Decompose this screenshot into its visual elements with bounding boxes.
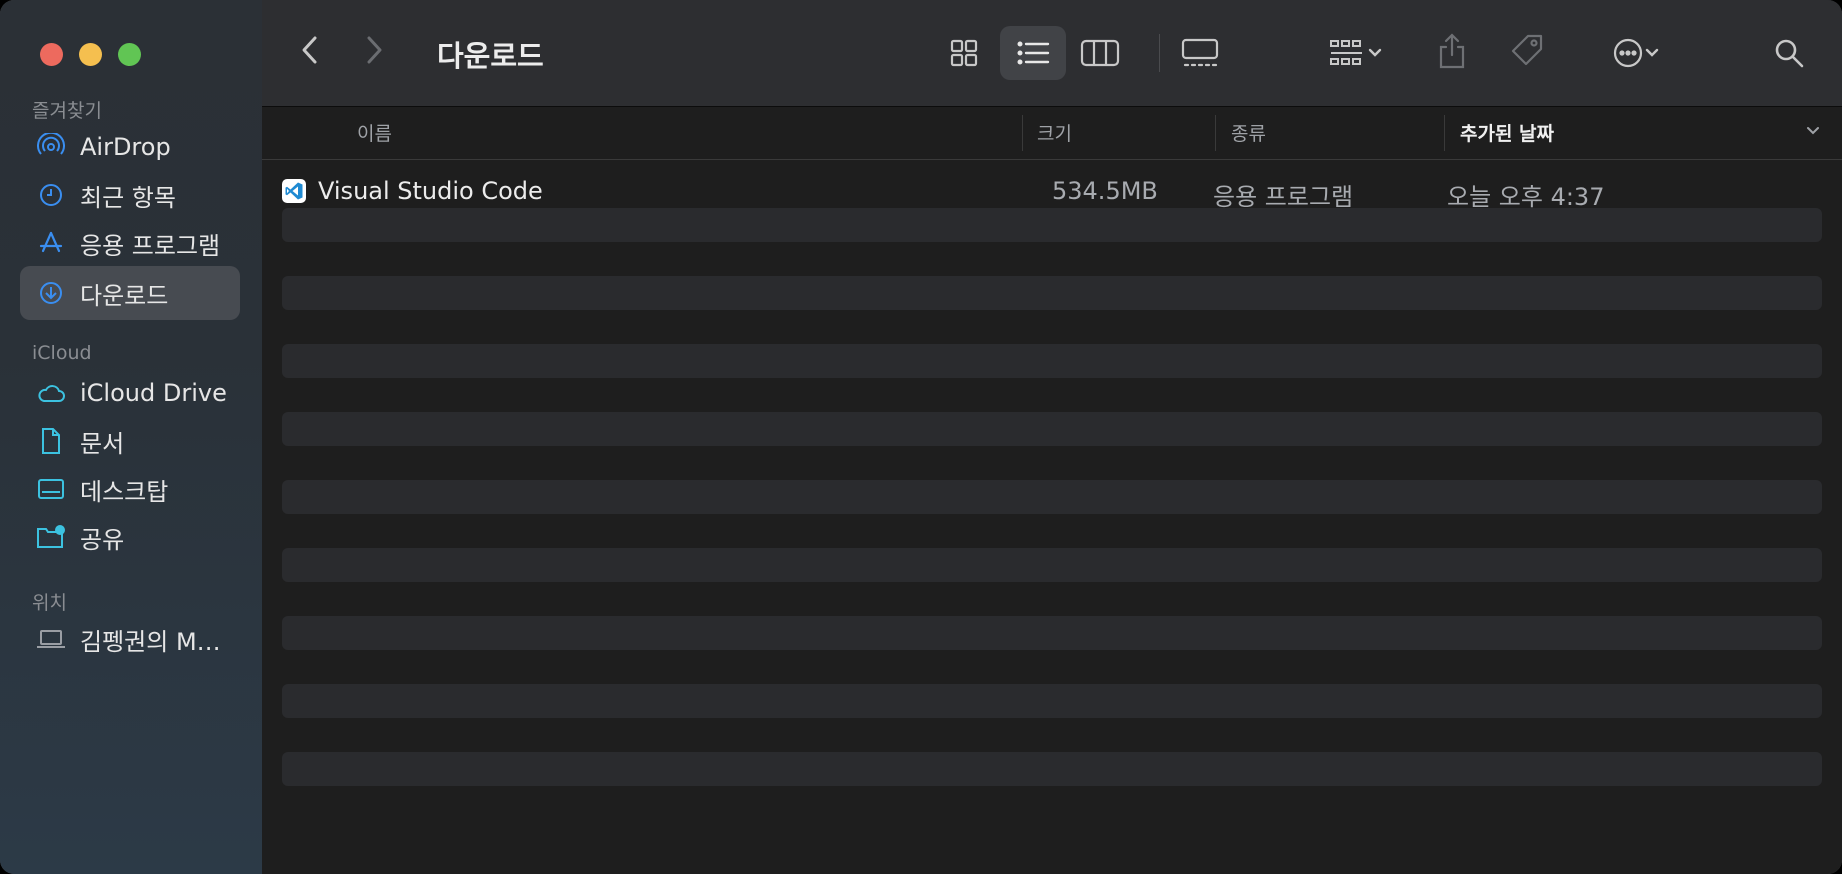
file-list: [282, 168, 1822, 820]
search-button[interactable]: [1764, 28, 1814, 78]
sidebar-item-macbook[interactable]: 김펭권의 MacBook: [20, 612, 240, 666]
column-size[interactable]: 크기: [1037, 119, 1072, 146]
column-header: 이름 크기 종류 추가된 날짜: [262, 107, 1842, 160]
airdrop-icon: [34, 130, 68, 164]
grid-icon: [950, 39, 978, 67]
sidebar-item-icloud-drive[interactable]: iCloud Drive: [20, 366, 240, 420]
vscode-logo-icon: [285, 182, 303, 200]
tag-icon: [1511, 34, 1543, 66]
gallery-icon: [1181, 38, 1219, 67]
sidebar-item-applications[interactable]: 응용 프로그램: [20, 216, 240, 270]
cloud-icon: [34, 376, 68, 410]
main-pane: 다운로드 이름 크기 종류 추가된 날짜 Visual Studio Code …: [262, 0, 1842, 874]
ellipsis-circle-icon: [1613, 38, 1643, 68]
sidebar-item-label: 문서: [80, 429, 125, 458]
tag-button[interactable]: [1502, 26, 1552, 76]
more-actions-button[interactable]: [1596, 28, 1676, 78]
icon-view-button[interactable]: [934, 28, 994, 78]
sidebar-section-icloud: iCloud: [32, 342, 92, 364]
desktop-icon: [34, 472, 68, 506]
sidebar: 즐겨찾기 AirDrop 최근 항목 응용 프로그램 다운로드 iCloud i…: [0, 0, 263, 874]
table-row[interactable]: Visual Studio Code 534.5MB 응용 프로그램 오늘 오후…: [282, 172, 1822, 212]
sidebar-item-label: 최근 항목: [80, 183, 176, 212]
list-row: [282, 208, 1822, 242]
shared-folder-icon: [34, 520, 68, 554]
vscode-app-icon: [282, 179, 306, 203]
sidebar-item-documents[interactable]: 문서: [20, 414, 240, 468]
sidebar-item-label: AirDrop: [80, 133, 171, 161]
chevron-down-icon: [1368, 48, 1382, 57]
chevron-down-icon: [1645, 48, 1659, 57]
sidebar-item-downloads[interactable]: 다운로드: [20, 266, 240, 320]
column-kind[interactable]: 종류: [1231, 119, 1266, 146]
column-view-button[interactable]: [1068, 28, 1132, 78]
column-divider[interactable]: [1022, 115, 1023, 151]
laptop-icon: [34, 622, 68, 656]
file-size: 534.5MB: [1052, 177, 1158, 205]
list-row: [282, 752, 1822, 786]
toolbar-divider: [1159, 34, 1160, 72]
sidebar-item-shared[interactable]: 공유: [20, 510, 240, 564]
window-title: 다운로드: [437, 39, 544, 73]
columns-icon: [1080, 39, 1120, 67]
file-date-added: 오늘 오후 4:37: [1447, 183, 1605, 211]
list-row: [282, 344, 1822, 378]
sidebar-item-desktop[interactable]: 데스크탑: [20, 462, 240, 516]
sidebar-item-label: 응용 프로그램: [80, 231, 221, 260]
document-icon: [34, 424, 68, 458]
toolbar: 다운로드: [262, 0, 1842, 107]
sidebar-item-label: 공유: [80, 525, 125, 554]
apps-icon: [34, 226, 68, 260]
column-name[interactable]: 이름: [357, 119, 392, 146]
list-row: [282, 616, 1822, 650]
back-button[interactable]: [290, 30, 330, 70]
finder-window: 즐겨찾기 AirDrop 최근 항목 응용 프로그램 다운로드 iCloud i…: [0, 0, 1842, 874]
file-kind: 응용 프로그램: [1213, 183, 1354, 211]
list-row: [282, 412, 1822, 446]
column-date-added[interactable]: 추가된 날짜: [1460, 119, 1554, 146]
download-icon: [34, 276, 68, 310]
list-row: [282, 276, 1822, 310]
zoom-button[interactable]: [118, 43, 141, 66]
file-name: Visual Studio Code: [318, 177, 543, 205]
close-button[interactable]: [40, 43, 63, 66]
sidebar-item-label: 김펭권의 MacBook: [80, 627, 230, 656]
forward-button[interactable]: [354, 30, 394, 70]
chevron-right-icon: [367, 36, 382, 64]
window-controls: [40, 43, 141, 66]
sidebar-item-airdrop[interactable]: AirDrop: [20, 120, 240, 174]
clock-icon: [34, 178, 68, 212]
sidebar-item-label: 데스크탑: [80, 477, 169, 506]
search-icon: [1775, 39, 1804, 68]
group-icon: [1330, 40, 1362, 65]
chevron-left-icon: [302, 36, 317, 64]
sidebar-item-label: 다운로드: [80, 281, 169, 310]
sort-chevron[interactable]: [1804, 121, 1822, 143]
column-divider[interactable]: [1444, 115, 1445, 151]
column-divider[interactable]: [1215, 115, 1216, 151]
list-row: [282, 548, 1822, 582]
minimize-button[interactable]: [79, 43, 102, 66]
group-by-button[interactable]: [1316, 28, 1396, 78]
list-row: [282, 684, 1822, 718]
sidebar-section-locations: 위치: [32, 592, 67, 614]
share-icon: [1439, 33, 1465, 69]
list-row: [282, 480, 1822, 514]
chevron-down-icon: [1807, 127, 1819, 135]
sidebar-section-favorites: 즐겨찾기: [32, 100, 102, 122]
gallery-view-button[interactable]: [1168, 28, 1232, 78]
list-icon: [1017, 41, 1050, 65]
sidebar-item-recents[interactable]: 최근 항목: [20, 168, 240, 222]
sidebar-item-label: iCloud Drive: [80, 379, 227, 407]
share-button[interactable]: [1430, 24, 1474, 78]
list-view-button[interactable]: [1000, 26, 1066, 80]
